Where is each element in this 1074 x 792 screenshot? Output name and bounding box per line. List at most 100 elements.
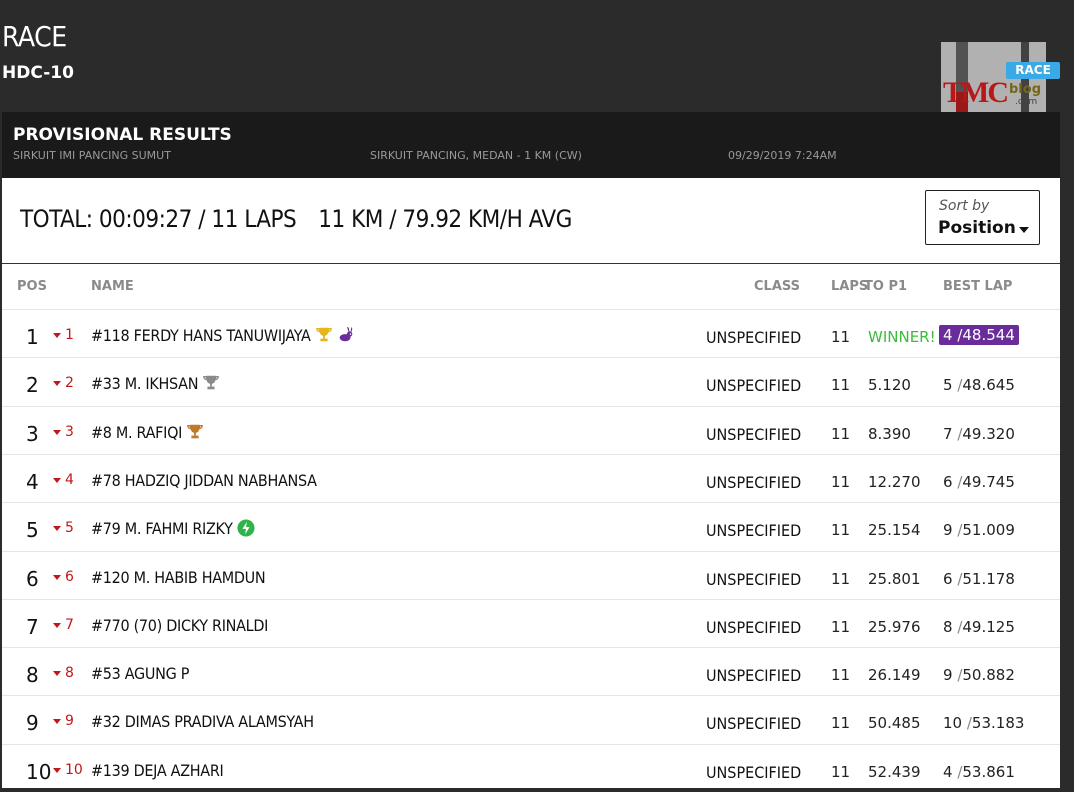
position: 5 — [26, 518, 39, 543]
best-lap-time: 51.009 — [962, 521, 1015, 540]
rider-name: #139 DEJA AZHARI — [91, 760, 224, 780]
table-row[interactable]: 3 3 #8 M. RAFIQI UNSPECIFIED 11 8.390 7 /49.32… — [2, 405, 1060, 454]
rider-class: UNSPECIFIED — [706, 714, 802, 734]
caret-down-icon — [53, 429, 61, 435]
table-row[interactable]: 9 9 #32 DIMAS PRADIVA ALAMSYAH UNSPECIFIED 1… — [2, 695, 1060, 743]
rider-name: #78 HADZIQ JIDDAN NABHANSA — [91, 471, 317, 490]
best-lap: 9 /50.882 — [943, 666, 1015, 685]
best-lap-number: 6 — [943, 569, 953, 588]
position: 8 — [26, 663, 39, 688]
position-change: 1 — [65, 327, 74, 343]
best-lap-time: 49.125 — [962, 617, 1015, 636]
rider-name: #32 DIMAS PRADIVA ALAMSYAH — [91, 712, 314, 731]
table-row[interactable]: 10 10 #139 DEJA AZHARI UNSPECIFIED 11 52.439 4… — [2, 743, 1060, 792]
best-lap-number: 5 — [943, 376, 953, 395]
laps-count: 11 — [831, 472, 851, 491]
best-lap-number: 9 — [943, 666, 953, 685]
results-panel: TOTAL: 00:09:27 / 11 LAPS 11 KM / 79.92 K… — [2, 178, 1060, 788]
table-row[interactable]: 4 4 #78 HADZIQ JIDDAN NABHANSA UNSPECIFIED 1… — [2, 453, 1060, 502]
rider-class: UNSPECIFIED — [706, 376, 802, 396]
rider-name-text: #8 M. RAFIQI — [91, 422, 183, 442]
rider-name-text: #118 FERDY HANS TANUWIJAYA — [91, 326, 311, 345]
rider-name-text: #53 AGUNG P — [91, 664, 190, 684]
column-header-laps: LAPS — [831, 279, 869, 294]
bronze-trophy-icon — [182, 423, 204, 442]
best-lap-number: 6 — [943, 472, 953, 491]
position-change: 7 — [65, 616, 74, 633]
silver-trophy-icon — [198, 374, 220, 393]
column-header-pos: POS — [17, 279, 47, 294]
best-lap-time: 48.544 — [962, 326, 1015, 344]
caret-down-icon — [53, 526, 61, 532]
gap-to-p1: 25.154 — [868, 521, 921, 540]
circuit-name: SIRKUIT PANCING, MEDAN - 1 KM (CW) — [370, 149, 582, 162]
page-title: RACE — [2, 20, 67, 53]
position-change: 10 — [65, 761, 83, 778]
rabbit-icon — [333, 326, 355, 345]
rider-name: #33 M. IKHSAN — [91, 374, 220, 393]
table-row[interactable]: 2 2 #33 M. IKHSAN UNSPECIFIED 11 5.120 5 /48.6… — [2, 357, 1060, 405]
position: 2 — [26, 373, 39, 398]
laps-count: 11 — [831, 714, 851, 733]
position: 4 — [26, 469, 39, 494]
sort-label: Sort by — [939, 198, 990, 214]
best-lap-time: 50.882 — [962, 666, 1015, 685]
best-lap: 10 /53.183 — [943, 714, 1025, 733]
rider-name-text: #32 DIMAS PRADIVA ALAMSYAH — [91, 712, 314, 732]
sort-value: Position — [938, 218, 1016, 238]
column-header-class: CLASS — [754, 279, 801, 294]
laps-count: 11 — [831, 424, 851, 443]
caret-down-icon — [53, 719, 61, 725]
laps-count: 11 — [831, 376, 851, 395]
position-change: 2 — [65, 375, 74, 392]
bolt-icon — [233, 519, 255, 538]
table-row[interactable]: 7 7 #770 (70) DICKY RINALDI UNSPECIFIED 11 25… — [2, 598, 1060, 647]
best-lap-time: 53.861 — [962, 762, 1015, 781]
best-lap: 7 /49.320 — [943, 424, 1015, 443]
position-change: 8 — [65, 665, 74, 682]
position-change: 9 — [65, 713, 74, 730]
table-row[interactable]: 1 1 #118 FERDY HANS TANUWIJAYA UNSPECIFIED 1… — [2, 309, 1060, 357]
rider-name-text: #79 M. FAHMI RIZKY — [91, 519, 233, 539]
gold-trophy-icon — [311, 326, 333, 345]
divider — [2, 263, 1060, 264]
rider-name-text: #120 M. HABIB HAMDUN — [91, 567, 266, 587]
rider-name-text: #770 (70) DICKY RINALDI — [91, 615, 269, 635]
best-lap-number: 7 — [943, 424, 953, 443]
table-row[interactable]: 8 8 #53 AGUNG P UNSPECIFIED 11 26.149 9 /50.88… — [2, 647, 1060, 695]
position-change: 6 — [65, 568, 74, 585]
results-title: PROVISIONAL RESULTS — [13, 125, 232, 145]
best-lap-number: 4 — [943, 326, 953, 344]
best-lap: 6 /51.178 — [943, 569, 1015, 588]
rider-class: UNSPECIFIED — [706, 328, 802, 347]
rider-name-text: #139 DEJA AZHARI — [91, 760, 224, 780]
table-row[interactable]: 5 5 #79 M. FAHMI RIZKY UNSPECIFIED 11 25.154 9… — [2, 502, 1060, 550]
gap-to-p1: 12.270 — [868, 472, 921, 491]
rider-class: UNSPECIFIED — [706, 569, 802, 589]
best-lap-time: 53.183 — [971, 714, 1025, 733]
best-lap: 5 /48.645 — [943, 376, 1015, 395]
gap-to-p1: 8.390 — [868, 424, 911, 443]
rider-name: #8 M. RAFIQI — [91, 423, 204, 442]
best-lap: 8 /49.125 — [943, 617, 1015, 636]
column-header-name: NAME — [91, 279, 134, 294]
best-lap-time: 49.745 — [962, 472, 1015, 491]
best-lap: 9 /51.009 — [943, 521, 1015, 540]
race-summary: TOTAL: 00:09:27 / 11 LAPS 11 KM / 79.92 K… — [20, 205, 572, 233]
caret-down-icon — [53, 477, 61, 483]
best-lap-number: 4 — [943, 762, 953, 781]
rider-class: UNSPECIFIED — [706, 666, 802, 686]
rider-name: #770 (70) DICKY RINALDI — [91, 616, 268, 635]
laps-count: 11 — [831, 521, 851, 540]
column-header-best-lap: BEST LAP — [943, 279, 1013, 294]
event-name: SIRKUIT IMI PANCING SUMUT — [13, 149, 171, 162]
rider-name-text: #33 M. IKHSAN — [91, 374, 199, 394]
logo-blog-text: blog — [1009, 82, 1041, 97]
total-time: TOTAL: 00:09:27 / 11 LAPS — [20, 205, 297, 233]
best-lap-time: 48.645 — [962, 376, 1015, 395]
laps-count: 11 — [831, 328, 851, 346]
sort-dropdown[interactable]: Sort by Position — [925, 190, 1040, 245]
table-row[interactable]: 6 6 #120 M. HABIB HAMDUN UNSPECIFIED 11 25.80… — [2, 550, 1060, 599]
chevron-down-icon — [1019, 227, 1029, 233]
column-header-to-p1: TO P1 — [864, 279, 908, 294]
